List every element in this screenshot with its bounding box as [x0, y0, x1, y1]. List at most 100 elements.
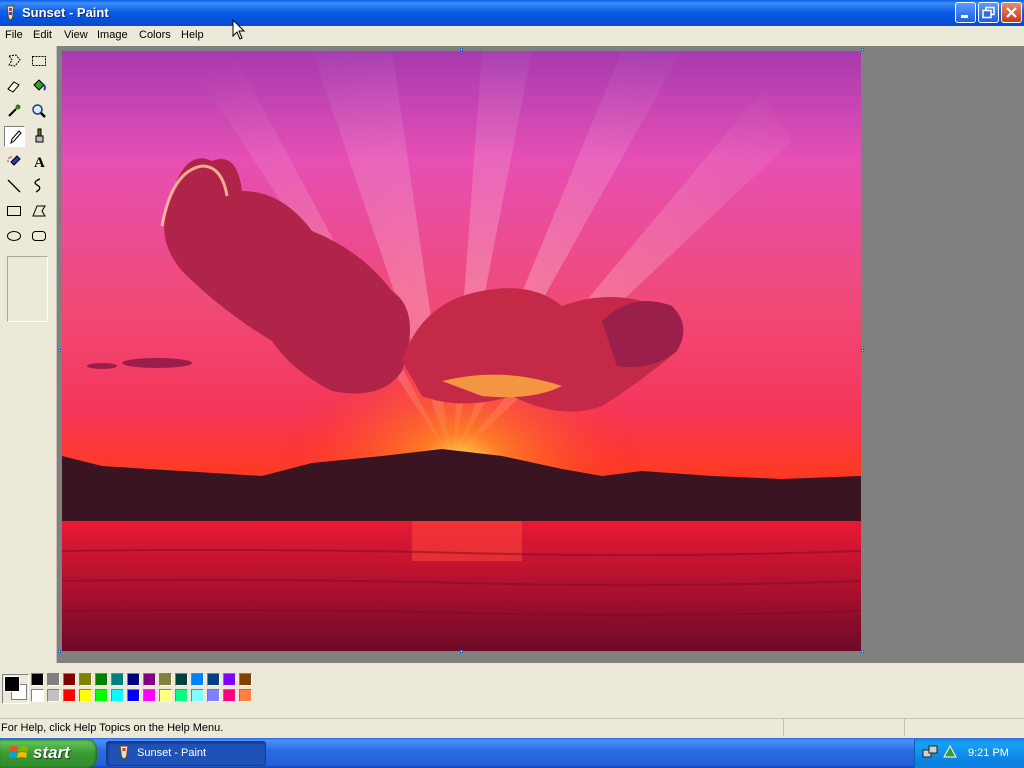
brush-icon — [35, 128, 44, 143]
rounded-rectangle-icon — [32, 231, 46, 241]
menu-bar: File Edit View Image Colors Help — [0, 26, 1024, 45]
restore-button[interactable] — [978, 2, 999, 23]
palette-swatch[interactable] — [95, 673, 108, 686]
palette-swatch[interactable] — [79, 689, 92, 702]
foreground-color[interactable] — [4, 676, 20, 692]
sunset-image — [62, 51, 861, 651]
status-text: For Help, click Help Topics on the Help … — [1, 722, 224, 734]
pencil-tool[interactable] — [4, 126, 25, 147]
polygon-tool[interactable] — [29, 201, 50, 222]
palette-swatch[interactable] — [175, 689, 188, 702]
rectangle-icon — [7, 206, 21, 216]
resize-handle-left[interactable] — [58, 349, 61, 352]
airbrush-tool[interactable] — [4, 151, 25, 172]
polygon-icon — [32, 205, 46, 217]
rectangle-tool[interactable] — [4, 201, 25, 222]
palette-swatch[interactable] — [31, 689, 44, 702]
palette-swatch[interactable] — [127, 689, 140, 702]
palette-swatch[interactable] — [159, 689, 172, 702]
magnifier-icon — [32, 104, 46, 118]
title-bar[interactable] — [0, 0, 1024, 26]
palette-swatch[interactable] — [111, 673, 124, 686]
palette-swatch[interactable] — [95, 689, 108, 702]
palette-swatch[interactable] — [63, 689, 76, 702]
tool-box: A — [0, 46, 57, 663]
close-icon — [1006, 7, 1017, 18]
palette-swatch[interactable] — [223, 673, 236, 686]
resize-handle-top[interactable] — [460, 48, 463, 51]
paint-app-icon — [6, 5, 15, 21]
ellipse-tool[interactable] — [4, 226, 25, 247]
menu-view[interactable]: View — [64, 29, 88, 41]
palette-swatch[interactable] — [127, 673, 140, 686]
eraser-icon — [7, 81, 20, 93]
palette-swatch[interactable] — [239, 689, 252, 702]
minimize-icon — [961, 15, 968, 18]
minimize-button[interactable] — [955, 2, 976, 23]
paint-app-icon — [119, 745, 129, 760]
palette-swatch[interactable] — [143, 673, 156, 686]
ellipse-icon — [7, 231, 21, 241]
menu-image[interactable]: Image — [97, 29, 128, 41]
close-button[interactable] — [1001, 2, 1022, 23]
select-icon — [32, 56, 46, 66]
magnifier-tool[interactable] — [29, 101, 50, 122]
palette-swatch[interactable] — [47, 673, 60, 686]
tray-app-icon[interactable] — [942, 744, 958, 760]
drawing-canvas[interactable] — [62, 51, 861, 651]
text-tool-glyph: A — [34, 155, 45, 169]
tool-options-box[interactable] — [7, 256, 48, 322]
menu-file[interactable]: File — [5, 29, 23, 41]
palette-swatch[interactable] — [223, 689, 236, 702]
palette-swatch[interactable] — [143, 689, 156, 702]
fill-tool[interactable] — [29, 76, 50, 97]
mouse-cursor-icon — [232, 19, 246, 40]
network-icon[interactable] — [922, 744, 938, 760]
pencil-icon — [10, 130, 22, 145]
curve-icon — [34, 178, 41, 193]
airbrush-icon — [7, 155, 21, 166]
brush-tool[interactable] — [29, 126, 50, 147]
palette-swatch[interactable] — [47, 689, 60, 702]
eraser-tool[interactable] — [4, 76, 25, 97]
taskbar-button-label: Sunset - Paint — [137, 747, 207, 759]
text-tool[interactable]: A — [29, 151, 50, 172]
status-pane-size — [904, 719, 1023, 736]
palette-swatch[interactable] — [63, 673, 76, 686]
fill-bucket-icon — [33, 79, 46, 91]
menu-help[interactable]: Help — [181, 29, 204, 41]
line-tool[interactable] — [4, 176, 25, 197]
palette-swatch[interactable] — [175, 673, 188, 686]
palette-swatch[interactable] — [159, 673, 172, 686]
color-picker-tool[interactable] — [4, 101, 25, 122]
menu-edit[interactable]: Edit — [33, 29, 52, 41]
palette-swatch[interactable] — [207, 689, 220, 702]
resize-handle-right[interactable] — [861, 349, 864, 352]
text-tool-icon: A — [34, 155, 45, 169]
clock[interactable]: 9:21 PM — [968, 747, 1009, 759]
restore-icon — [982, 6, 995, 19]
window-title: Sunset - Paint — [22, 5, 109, 20]
palette-swatch[interactable] — [111, 689, 124, 702]
rounded-rectangle-tool[interactable] — [29, 226, 50, 247]
palette-swatch[interactable] — [191, 673, 204, 686]
line-icon — [7, 179, 21, 193]
select-tool[interactable] — [29, 51, 50, 72]
menu-colors[interactable]: Colors — [139, 29, 171, 41]
curve-tool[interactable] — [29, 176, 50, 197]
palette-swatch[interactable] — [239, 673, 252, 686]
palette-swatch[interactable] — [79, 673, 92, 686]
windows-logo-icon — [9, 746, 28, 758]
start-label: start — [33, 743, 70, 762]
free-form-select-icon — [8, 54, 21, 67]
resize-handle-top-right[interactable] — [861, 48, 864, 51]
palette-swatch[interactable] — [191, 689, 204, 702]
resize-handle-bottom[interactable] — [460, 650, 463, 653]
color-picker-icon — [8, 104, 21, 117]
status-pane-coordinates — [783, 719, 904, 736]
palette-swatch[interactable] — [207, 673, 220, 686]
resize-handle-bottom-left[interactable] — [58, 650, 61, 653]
resize-handle-bottom-right[interactable] — [861, 650, 864, 653]
palette-swatch[interactable] — [31, 673, 44, 686]
free-form-select-tool[interactable] — [4, 51, 25, 72]
